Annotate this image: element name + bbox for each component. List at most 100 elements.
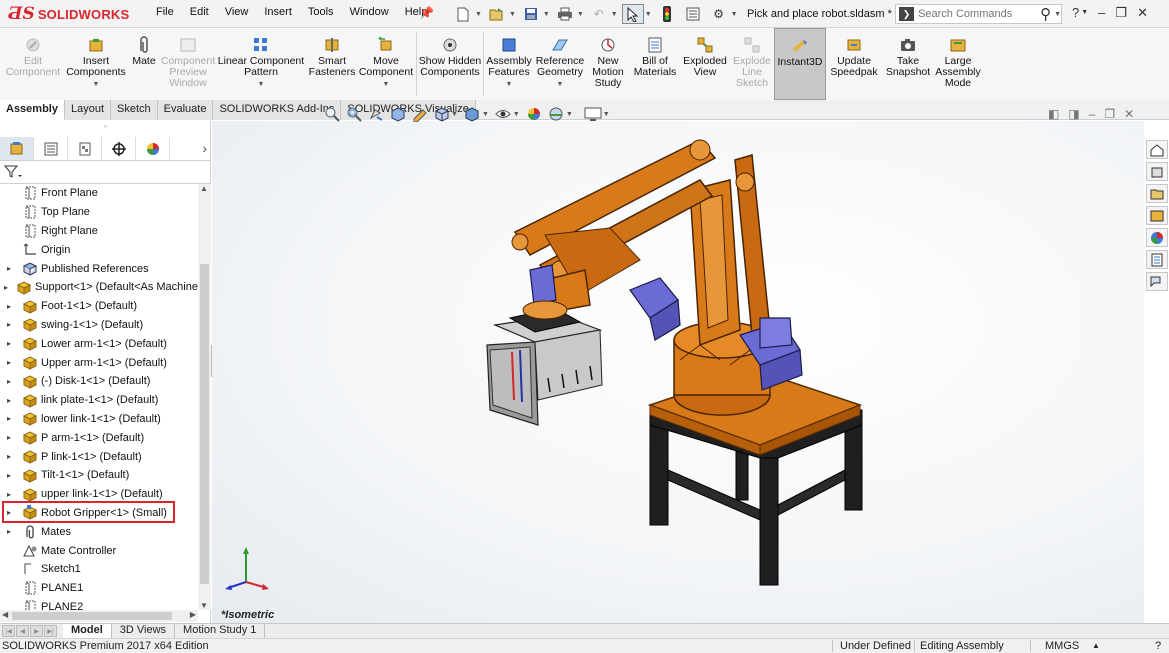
expand-arrow-icon[interactable]: ▸ [4,396,14,405]
save-caret-icon[interactable]: ▼ [543,11,550,18]
display-style-caret-icon[interactable]: ▼ [482,111,489,118]
tab-motion-study[interactable]: Motion Study 1 [175,624,266,638]
linear-component-pattern-button[interactable]: Linear Component Pattern ▼ [214,28,308,100]
mate-button[interactable]: Mate [126,28,162,100]
undo-icon[interactable]: ↶ [588,4,610,24]
tree-item[interactable]: ▸ P link-1<1> (Default) [0,447,198,466]
minimize-icon[interactable]: – [1098,5,1105,21]
component-preview-button[interactable]: Component Preview Window [161,28,215,100]
tree-item[interactable]: ▸ lower link-1<1> (Default) [0,410,198,429]
horizontal-scroll-thumb[interactable] [12,612,172,620]
close-icon[interactable]: ✕ [1137,5,1148,21]
display-manager-tab-icon[interactable] [136,137,170,160]
help-caret-icon[interactable]: ▼ [1081,9,1088,21]
tree-item[interactable]: Sketch1 [0,560,198,579]
display-style-icon[interactable] [463,106,482,122]
prev-tab-icon[interactable]: ◀ [16,625,29,637]
tree-item[interactable]: ▸ (-) Disk-1<1> (Default) [0,372,198,391]
undo-caret-icon[interactable]: ▼ [611,11,618,18]
last-tab-icon[interactable]: ▶| [44,625,57,637]
tree-item[interactable]: PLANE2 [0,598,198,610]
tree-item[interactable]: ▸ Foot-1<1> (Default) [0,297,198,316]
tree-item[interactable]: ▸ Support<1> (Default<As Machined>) [0,278,198,297]
command-search-icon[interactable]: ❯ [899,7,915,21]
bill-of-materials-button[interactable]: Bill of Materials [630,28,680,100]
propertymanager-tab-icon[interactable] [34,137,68,160]
robot-assembly-model[interactable] [470,132,870,592]
tree-item[interactable]: ▸ swing-1<1> (Default) [0,316,198,335]
feature-filter[interactable] [0,162,211,184]
tab-assembly[interactable]: Assembly [0,100,65,120]
expand-arrow-icon[interactable]: ▸ [4,433,14,442]
tab-evaluate[interactable]: Evaluate [157,100,214,120]
assembly-features-caret-icon[interactable]: ▼ [506,79,513,90]
tree-item[interactable]: ▸ upper link-1<1> (Default) [0,485,198,504]
large-assembly-mode-button[interactable]: Large Assembly Mode [934,28,982,100]
search-caret-icon[interactable]: ▼ [1054,11,1061,18]
expand-arrow-icon[interactable]: ▸ [4,452,14,461]
tab-3d-views[interactable]: 3D Views [112,624,176,638]
print-icon[interactable] [554,4,576,24]
insert-components-caret-icon[interactable]: ▼ [93,79,100,90]
exploded-view-button[interactable]: Exploded View [680,28,730,100]
scroll-up-icon[interactable]: ▲ [200,184,208,193]
tree-item[interactable]: Mate Controller [0,541,198,560]
zoom-to-area-icon[interactable] [344,106,363,122]
dynamic-annotation-icon[interactable] [410,106,429,122]
featuremanager-tab-icon[interactable] [0,137,34,160]
expand-arrow-icon[interactable]: ▸ [4,471,14,480]
help-icon[interactable]: ? [1072,5,1079,21]
menu-view[interactable]: View [217,6,257,18]
configurationmanager-tab-icon[interactable] [68,137,102,160]
section-view-icon[interactable] [388,106,407,122]
expand-arrow-icon[interactable]: ▸ [4,358,14,367]
split-left-icon[interactable]: ◧ [1048,107,1059,121]
dimxpert-tab-icon[interactable] [102,137,136,160]
open-caret-icon[interactable]: ▼ [509,11,516,18]
tab-sketch[interactable]: Sketch [111,100,158,120]
chevron-right-icon[interactable]: › [202,140,207,156]
smart-fasteners-button[interactable]: Smart Fasteners [308,28,356,100]
new-caret-icon[interactable]: ▼ [475,11,482,18]
print-caret-icon[interactable]: ▼ [577,11,584,18]
scroll-left-icon[interactable]: ◀ [2,610,8,619]
view-orientation-caret-icon[interactable]: ▼ [451,111,458,118]
insert-components-button[interactable]: Insert Components ▼ [66,28,126,100]
menu-edit[interactable]: Edit [182,6,217,18]
tree-item[interactable]: Right Plane [0,222,198,241]
open-document-icon[interactable] [486,4,508,24]
edit-component-button[interactable]: Edit Component [0,28,66,100]
apply-scene-caret-icon[interactable]: ▼ [566,111,573,118]
file-properties-icon[interactable] [682,4,704,24]
expand-arrow-icon[interactable]: ▸ [4,490,14,499]
viewport-close-icon[interactable]: ✕ [1124,107,1134,121]
expand-arrow-icon[interactable]: ▸ [4,264,14,273]
view-orientation-icon[interactable] [432,106,451,122]
expand-arrow-icon[interactable]: ▸ [4,302,14,311]
tree-item[interactable]: ▸ Upper arm-1<1> (Default) [0,353,198,372]
viewport-minimize-icon[interactable]: – [1089,107,1096,121]
options-caret-icon[interactable]: ▼ [731,11,738,18]
appearances-icon[interactable] [1146,228,1168,247]
apply-scene-icon[interactable] [547,106,566,122]
viewport-restore-icon[interactable]: ❐ [1104,107,1115,121]
assembly-features-button[interactable]: Assembly Features ▼ [484,28,534,100]
explode-line-sketch-button[interactable]: Explode Line Sketch [730,28,774,100]
view-settings-caret-icon[interactable]: ▼ [603,111,610,118]
scroll-right-icon[interactable]: ▶ [190,610,196,619]
take-snapshot-button[interactable]: Take Snapshot [882,28,934,100]
tree-item[interactable]: Origin [0,240,198,259]
menu-window[interactable]: Window [342,6,397,18]
view-settings-icon[interactable] [584,106,603,122]
next-tab-icon[interactable]: ▶ [30,625,43,637]
tree-item[interactable]: Front Plane [0,184,198,203]
tree-item[interactable]: ▸ Mates [0,522,198,541]
tree-item[interactable]: ▸ Robot Gripper<1> (Small) [0,504,198,523]
expand-arrow-icon[interactable]: ▸ [4,339,14,348]
expand-arrow-icon[interactable]: ▸ [4,283,8,292]
tree-item[interactable]: ▸ Published References [0,259,198,278]
save-icon[interactable] [520,4,542,24]
tab-model[interactable]: Model [63,624,112,638]
new-document-icon[interactable] [452,4,474,24]
new-motion-study-button[interactable]: New Motion Study [586,28,630,100]
